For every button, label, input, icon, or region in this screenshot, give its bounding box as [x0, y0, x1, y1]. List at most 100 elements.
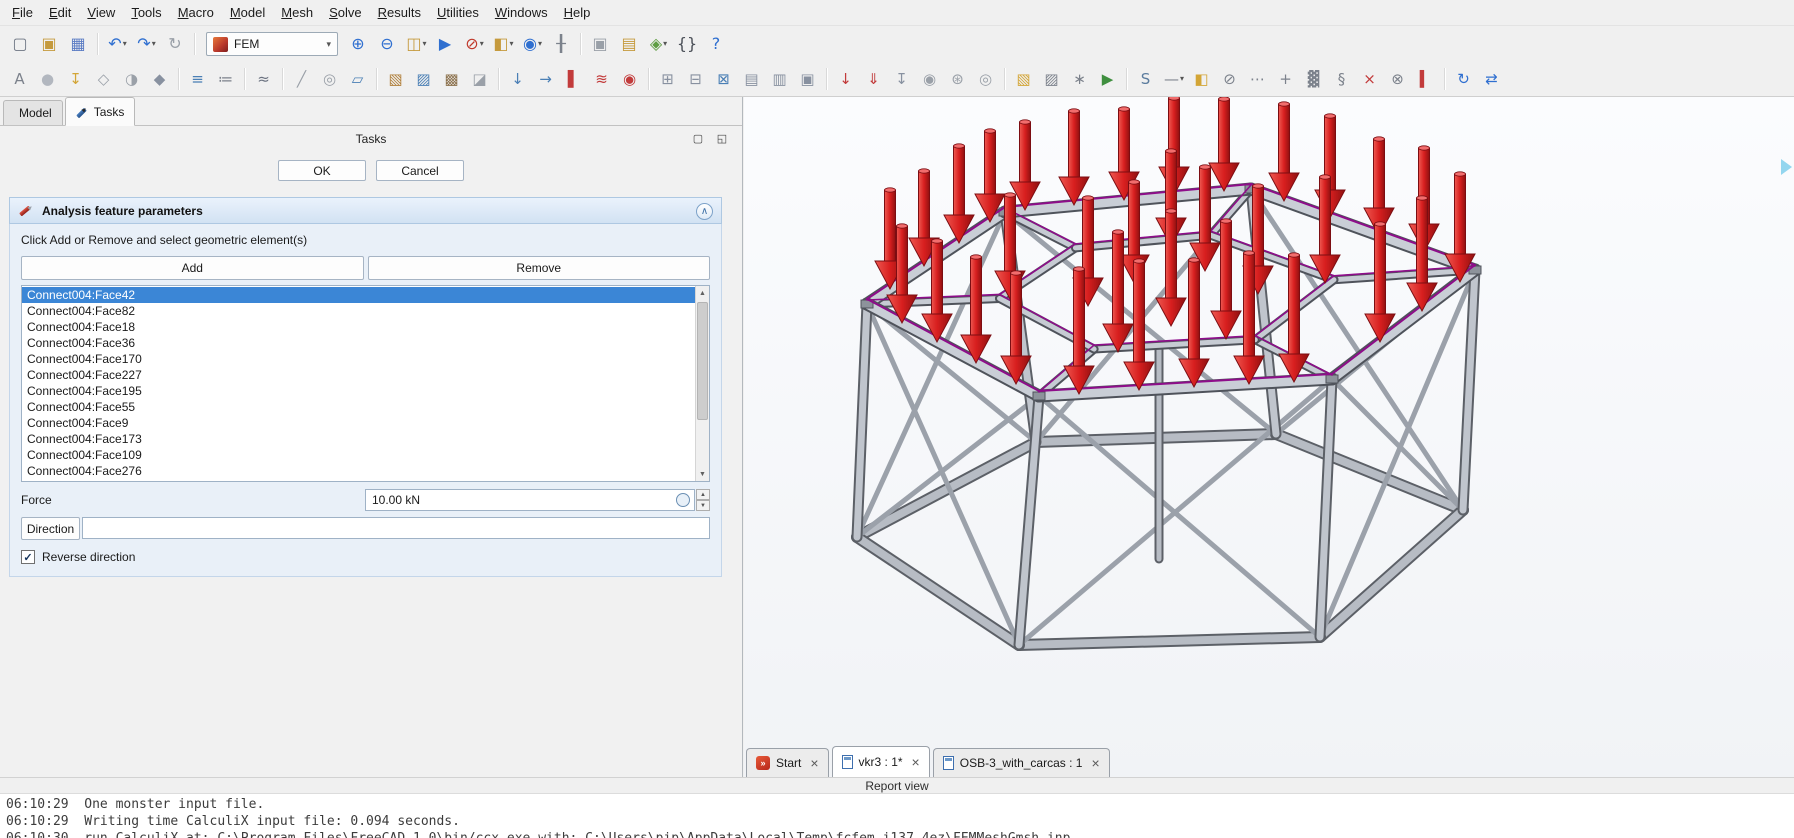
fem-solver-calculix-icon[interactable]: ▧	[1011, 66, 1037, 92]
fem-post-create-function-icon[interactable]: +	[1273, 66, 1299, 92]
cancel-button[interactable]: Cancel	[376, 160, 464, 181]
fem-constraint-section-print-icon[interactable]: ◑	[119, 66, 145, 92]
menu-item[interactable]: Help	[556, 1, 599, 25]
ok-button[interactable]: OK	[278, 160, 366, 181]
fem-post-clip-region-icon[interactable]: ⊘	[1217, 66, 1243, 92]
zoom-icon[interactable]: ◉▾	[519, 31, 546, 58]
fem-constraint-heatflux-icon[interactable]: ≋	[589, 66, 615, 92]
fem-shape-annotation-icon[interactable]: A	[7, 66, 33, 92]
spin-up-icon[interactable]	[696, 489, 710, 500]
fem-constraint-spring-icon[interactable]: ≈	[251, 66, 277, 92]
menu-item[interactable]: Windows	[487, 1, 556, 25]
expression-editor-icon[interactable]: {}	[674, 31, 701, 58]
close-tab-icon[interactable]	[912, 755, 920, 769]
direction-button[interactable]: Direction	[21, 517, 80, 540]
fem-constraint-transform-icon[interactable]: ●	[35, 66, 61, 92]
fem-mesh-gmsh-icon[interactable]: ⊞	[655, 66, 681, 92]
document-tab[interactable]: Start	[746, 748, 829, 777]
fem-post-contours-icon[interactable]: ▓	[1301, 66, 1327, 92]
remove-button[interactable]: Remove	[368, 256, 711, 280]
redo-icon[interactable]: ↷▾	[133, 31, 160, 58]
fem-constraint-self-weight-icon[interactable]: ↧	[889, 66, 915, 92]
fem-constraint-force-icon[interactable]: ↓	[833, 66, 859, 92]
face-list-item[interactable]: Connect004:Face42	[22, 287, 709, 303]
fem-constraint-initial-temperature-icon[interactable]: ◉	[617, 66, 643, 92]
fem-post-streamline-icon[interactable]: S	[1133, 66, 1159, 92]
menu-item[interactable]: Mesh	[273, 1, 321, 25]
close-tab-icon[interactable]	[1091, 756, 1099, 770]
fem-element-rotation-1d-icon[interactable]: ◎	[317, 66, 343, 92]
dock-tab[interactable]: Tasks	[65, 97, 136, 126]
fem-mesh-group-icon[interactable]: ▥	[767, 66, 793, 92]
face-list-scrollbar[interactable]	[695, 286, 709, 481]
fem-solver-control-icon[interactable]: ∗	[1067, 66, 1093, 92]
view-isometric-icon[interactable]: ◧▾	[490, 31, 517, 58]
recompute-icon[interactable]: ↻	[1451, 66, 1477, 92]
fem-post-data-along-line-icon[interactable]: ◧	[1189, 66, 1215, 92]
fit-all-icon[interactable]: ⊕	[345, 31, 372, 58]
undo-icon[interactable]: ↶▾	[104, 31, 131, 58]
create-part-icon[interactable]: ▣	[587, 31, 614, 58]
select-mode-icon[interactable]: ▶	[432, 31, 459, 58]
fem-post-scalar-bar-icon[interactable]: ▍	[1413, 66, 1439, 92]
spin-down-icon[interactable]	[696, 500, 710, 511]
fem-solver-elmer-icon[interactable]: ▨	[1039, 66, 1065, 92]
collapse-section-icon[interactable]	[696, 203, 713, 220]
face-list-item[interactable]: Connect004:Face173	[22, 431, 709, 447]
fem-constraint-initial-flow-icon[interactable]: ↓	[505, 66, 531, 92]
menu-item[interactable]: File	[4, 1, 41, 25]
fem-solver-run-icon[interactable]: ▶	[1095, 66, 1121, 92]
face-list-item[interactable]: Connect004:Face276	[22, 463, 709, 479]
open-file-icon[interactable]: ▣	[36, 31, 63, 58]
fem-element-fluid-1d-icon[interactable]: ▱	[345, 66, 371, 92]
fem-equation-icon[interactable]: ◆	[147, 66, 173, 92]
fem-mesh-boundary-layer-icon[interactable]: ⊠	[711, 66, 737, 92]
menu-item[interactable]: Tools	[123, 1, 169, 25]
workbench-selector[interactable]: FEM ▾	[206, 32, 338, 56]
new-file-icon[interactable]: ▢	[7, 31, 34, 58]
fem-material-fluid-icon[interactable]: ▨	[411, 66, 437, 92]
fem-constraint-pressure-icon[interactable]: ⇓	[861, 66, 887, 92]
fem-mesh-info-icon[interactable]: ≔	[213, 66, 239, 92]
face-list-item[interactable]: Connect004:Face109	[22, 447, 709, 463]
face-list-item[interactable]: Connect004:Face195	[22, 383, 709, 399]
face-list-item[interactable]: Connect004:Face227	[22, 367, 709, 383]
menu-item[interactable]: Solve	[321, 1, 370, 25]
add-button[interactable]: Add	[21, 256, 364, 280]
face-list-item[interactable]: Connect004:Face82	[22, 303, 709, 319]
create-group-icon[interactable]: ▤	[616, 31, 643, 58]
scroll-down-icon[interactable]	[696, 467, 709, 481]
float-panel-icon[interactable]	[714, 131, 730, 147]
face-list-item[interactable]: Connect004:Face36	[22, 335, 709, 351]
fem-element-geometry-1d-icon[interactable]: ╱	[289, 66, 315, 92]
document-tab[interactable]: vkr3 : 1*	[832, 746, 930, 777]
measure-icon[interactable]: ╂	[548, 31, 575, 58]
menu-item[interactable]: Utilities	[429, 1, 487, 25]
fem-constraint-fixed-icon[interactable]: ↧	[63, 66, 89, 92]
scroll-up-icon[interactable]	[696, 286, 709, 300]
fem-material-editor-icon[interactable]: ◪	[467, 66, 493, 92]
face-list-item[interactable]: Connect004:Face170	[22, 351, 709, 367]
fem-constraint-bearing-icon[interactable]: ◉	[917, 66, 943, 92]
face-list-item[interactable]: Connect004:Face18	[22, 319, 709, 335]
fem-post-glyph-filter-icon[interactable]: ⊗	[1385, 66, 1411, 92]
dock-panel-icon[interactable]	[690, 131, 706, 147]
reverse-direction-checkbox[interactable]	[21, 550, 35, 564]
face-list-item[interactable]: Connect004:Face55	[22, 399, 709, 415]
face-list-item[interactable]: Connect004:Face9	[22, 415, 709, 431]
fem-measure-linear-icon[interactable]: —▾	[1161, 66, 1187, 92]
dock-tab[interactable]: Model	[3, 100, 63, 125]
fem-purge-results-icon[interactable]: ×	[1357, 66, 1383, 92]
refresh-icon[interactable]: ↻	[162, 31, 189, 58]
fit-selection-icon[interactable]: ⊖	[374, 31, 401, 58]
expression-binding-icon[interactable]	[676, 493, 690, 507]
fem-material-solid-icon[interactable]: ▧	[383, 66, 409, 92]
fem-constraint-pulley-icon[interactable]: ◎	[973, 66, 999, 92]
force-input[interactable]	[365, 489, 695, 511]
fem-mesh-netgen-icon[interactable]: ⊟	[683, 66, 709, 92]
fem-constraint-gear-icon[interactable]: ⊛	[945, 66, 971, 92]
fem-post-warp-icon[interactable]: §	[1329, 66, 1355, 92]
fem-mesh-to-mesh-icon[interactable]: ▣	[795, 66, 821, 92]
menu-item[interactable]: Results	[370, 1, 429, 25]
fem-constraint-flow-velocity-icon[interactable]: →	[533, 66, 559, 92]
